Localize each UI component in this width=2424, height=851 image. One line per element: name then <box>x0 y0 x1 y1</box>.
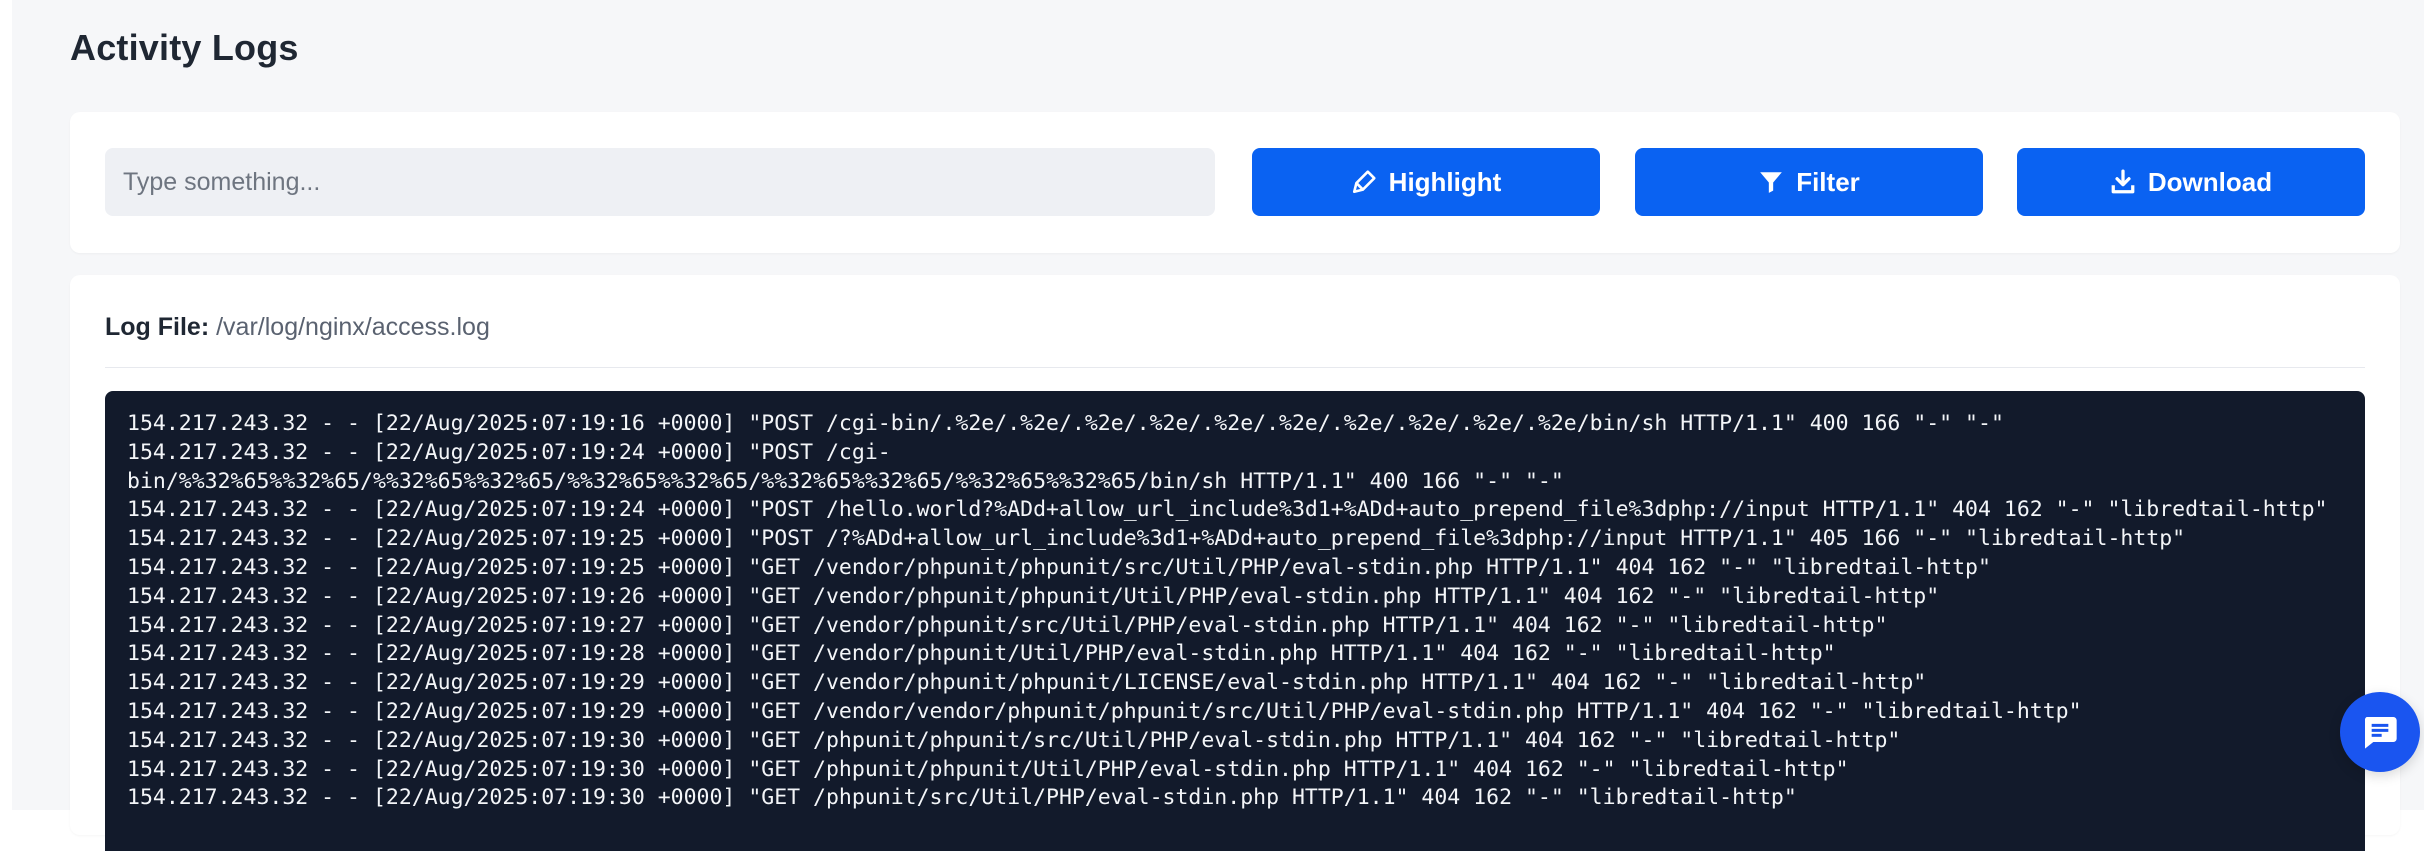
log-line: 154.217.243.32 - - [22/Aug/2025:07:19:26… <box>127 583 1940 609</box>
download-button-label: Download <box>2147 166 2273 197</box>
log-card: Log File: /var/log/nginx/access.log 154.… <box>70 275 2400 851</box>
app-container: Activity Logs Highlight Filter <box>12 0 2424 851</box>
log-file-path: /var/log/nginx/access.log <box>216 313 490 341</box>
chat-button[interactable] <box>2340 692 2420 772</box>
log-output[interactable]: 154.217.243.32 - - [22/Aug/2025:07:19:16… <box>105 391 2365 851</box>
log-line: 154.217.243.32 - - [22/Aug/2025:07:19:30… <box>127 727 1901 753</box>
log-line: 154.217.243.32 - - [22/Aug/2025:07:19:16… <box>127 411 2004 436</box>
log-line: 154.217.243.32 - - [22/Aug/2025:07:19:28… <box>127 641 1836 667</box>
log-line: 154.217.243.32 - - [22/Aug/2025:07:19:24… <box>127 497 2328 523</box>
highlight-button-label: Highlight <box>1388 166 1502 197</box>
log-line: 154.217.243.32 - - [22/Aug/2025:07:19:30… <box>127 785 1797 811</box>
log-line: bin/%%32%65%%32%65/%%32%65%%32%65/%%32%6… <box>127 468 1564 494</box>
controls-card: Highlight Filter Download <box>70 112 2400 253</box>
download-button[interactable]: Download <box>2017 148 2365 216</box>
log-file-info: Log File: /var/log/nginx/access.log <box>105 313 490 342</box>
log-line: 154.217.243.32 - - [22/Aug/2025:07:19:24… <box>127 439 891 465</box>
log-line: 154.217.243.32 - - [22/Aug/2025:07:19:29… <box>127 698 2082 724</box>
divider <box>105 367 2365 368</box>
log-file-label: Log File: <box>105 313 210 341</box>
log-line: 154.217.243.32 - - [22/Aug/2025:07:19:30… <box>127 756 1849 782</box>
log-line: 154.217.243.32 - - [22/Aug/2025:07:19:25… <box>127 554 1991 580</box>
log-line: 154.217.243.32 - - [22/Aug/2025:07:19:29… <box>127 670 1927 696</box>
funnel-icon <box>1758 169 1784 195</box>
page-title: Activity Logs <box>70 27 299 68</box>
highlight-button[interactable]: Highlight <box>1252 148 1600 216</box>
download-icon <box>2110 169 2136 195</box>
filter-button-label: Filter <box>1796 166 1860 197</box>
highlighter-pen-icon <box>1351 169 1377 195</box>
search-input[interactable] <box>105 148 1215 216</box>
log-line: 154.217.243.32 - - [22/Aug/2025:07:19:25… <box>127 526 2186 552</box>
chat-bubble-icon <box>2360 712 2400 752</box>
log-line: 154.217.243.32 - - [22/Aug/2025:07:19:27… <box>127 612 1888 638</box>
filter-button[interactable]: Filter <box>1635 148 1983 216</box>
